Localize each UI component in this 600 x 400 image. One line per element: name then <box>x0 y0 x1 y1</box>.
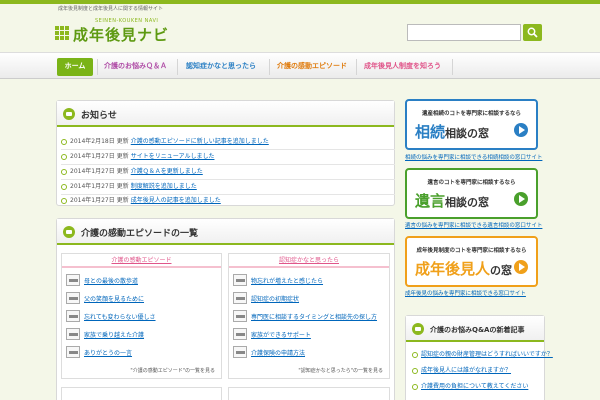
news-link[interactable]: 成年後見人の記事を追加しました <box>131 197 221 204</box>
thumbnail-image <box>66 274 80 286</box>
bullet-icon <box>412 367 418 374</box>
news-link[interactable]: 介護の感動エピソードに新しい記事を追加しました <box>131 138 269 145</box>
qa-title: 介護のお悩みQ&Aの新着記事 <box>430 326 525 334</box>
thumbnail-image <box>66 328 80 340</box>
thumbnail-image <box>66 310 80 322</box>
site-logo[interactable]: SEINEN-KOUKEN NAVI 成年後見ナビ <box>55 18 180 44</box>
banner-guardian-link[interactable]: 成年後見の悩みを専門家に相談できる窓口サイト <box>405 289 526 297</box>
banner-guardian[interactable]: 成年後見制度のコトを専門家に相談するなら 成年後見人の窓 <box>405 236 538 287</box>
thumbnail-image <box>233 310 247 322</box>
news-box: お知らせ 2014年2月18日 更新 介護の感動エピソードに新しい記事を追加しました… <box>56 100 395 206</box>
episodes-icon <box>63 226 75 238</box>
episode-column: 認知症かなと思ったら 物忘れが増えたと感じたら 認知症の初期症状 専門医に相談す… <box>228 253 390 379</box>
banner-will-link[interactable]: 遺言の悩みを専門家に相談できる遺言相談の窓口サイト <box>405 221 542 229</box>
site-tagline: 成年後見制度と成年後見人に関する情報サイト <box>58 6 164 12</box>
arrow-right-icon <box>514 123 528 137</box>
episode-column: 介護の感動エピソード 母との最後の散歩道 父の笑顔を見るために 忘れても変わらな… <box>61 253 222 379</box>
qa-box: 介護のお悩みQ&Aの新着記事 認知症の親の財産管理はどうすればいいですか？ 成年… <box>405 315 553 400</box>
news-link[interactable]: 制度解説を追加しました <box>131 183 197 190</box>
episodes-title: 介護の感動エピソードの一覧 <box>81 229 199 239</box>
banner-inheritance[interactable]: 遺産相続のコトを専門家に相談するなら 相続相談の窓 <box>405 99 538 150</box>
search-icon <box>527 27 538 38</box>
thumbnail-image <box>66 292 80 304</box>
bullet-icon <box>412 351 418 358</box>
bullet-icon <box>61 183 67 190</box>
thumbnail-image <box>66 346 80 358</box>
episode-column <box>61 387 222 400</box>
news-icon <box>63 108 75 120</box>
news-item: 2014年1月27日 更新 サイトをリニューアルしました <box>61 151 214 163</box>
thumbnail-image <box>233 292 247 304</box>
episode-column-more-link[interactable]: "介護の感動エピソード"の一覧を見る <box>130 367 215 374</box>
thumbnail-image <box>233 328 247 340</box>
banner-inheritance-link[interactable]: 相続の悩みを専門家に相談できる相続相談の窓口サイト <box>405 153 542 161</box>
thumbnail-image <box>233 346 247 358</box>
logo-dots-icon <box>55 26 69 40</box>
list-item: 介護費用の負担について教えてください <box>412 381 528 393</box>
nav-item-episodes[interactable]: 介護の感動エピソード <box>273 58 351 76</box>
search-button[interactable] <box>523 24 542 41</box>
search-input[interactable] <box>407 24 521 41</box>
episode-column-title[interactable]: 認知症かなと思ったら <box>229 254 389 268</box>
news-link[interactable]: 介護Ｑ＆Ａを更新しました <box>131 168 203 175</box>
bullet-icon <box>61 197 67 204</box>
episode-column <box>228 387 390 400</box>
news-item: 2014年1月27日 更新 制度解説を追加しました <box>61 181 197 193</box>
arrow-right-icon <box>514 260 528 274</box>
news-item: 2014年2月18日 更新 介護の感動エピソードに新しい記事を追加しました <box>61 136 269 148</box>
logo-title: 成年後見ナビ <box>73 26 170 44</box>
bullet-icon <box>61 153 67 160</box>
news-item: 2014年1月27日 更新 成年後見人の記事を追加しました <box>61 195 221 207</box>
list-item: 認知症の親の財産管理はどうすればいいですか？ <box>412 349 553 361</box>
list-item: 成年後見人には誰がなれますか？ <box>412 365 511 377</box>
bullet-icon <box>61 168 67 175</box>
qa-icon <box>412 323 424 335</box>
bullet-icon <box>412 383 418 390</box>
news-item: 2014年1月27日 更新 介護Ｑ＆Ａを更新しました <box>61 166 203 178</box>
episode-column-more-link[interactable]: "認知症かなと思ったら"の一覧を見る <box>298 367 383 374</box>
nav-item-guardian-system[interactable]: 成年後見人制度を知ろう <box>360 58 445 76</box>
banner-will[interactable]: 遺言のコトを専門家に相談するなら 遺言相談の窓 <box>405 168 538 219</box>
episodes-box: 介護の感動エピソードの一覧 介護の感動エピソード 母との最後の散歩道 父の笑顔を… <box>56 218 395 400</box>
arrow-right-icon <box>514 192 528 206</box>
top-accent-bar <box>0 0 600 4</box>
episode-column-title[interactable]: 介護の感動エピソード <box>62 254 221 268</box>
news-title: お知らせ <box>81 111 117 121</box>
nav-item-care-qa[interactable]: 介護のお悩みＱ＆Ａ <box>100 58 171 76</box>
thumbnail-image <box>233 274 247 286</box>
news-link[interactable]: サイトをリニューアルしました <box>131 153 215 160</box>
bullet-icon <box>61 138 67 145</box>
nav-item-dementia[interactable]: 認知症かなと思ったら <box>182 58 260 76</box>
nav-item-home[interactable]: ホーム <box>57 58 93 76</box>
main-nav: ホーム 介護のお悩みＱ＆Ａ 認知症かなと思ったら 介護の感動エピソード 成年後見… <box>0 52 600 79</box>
